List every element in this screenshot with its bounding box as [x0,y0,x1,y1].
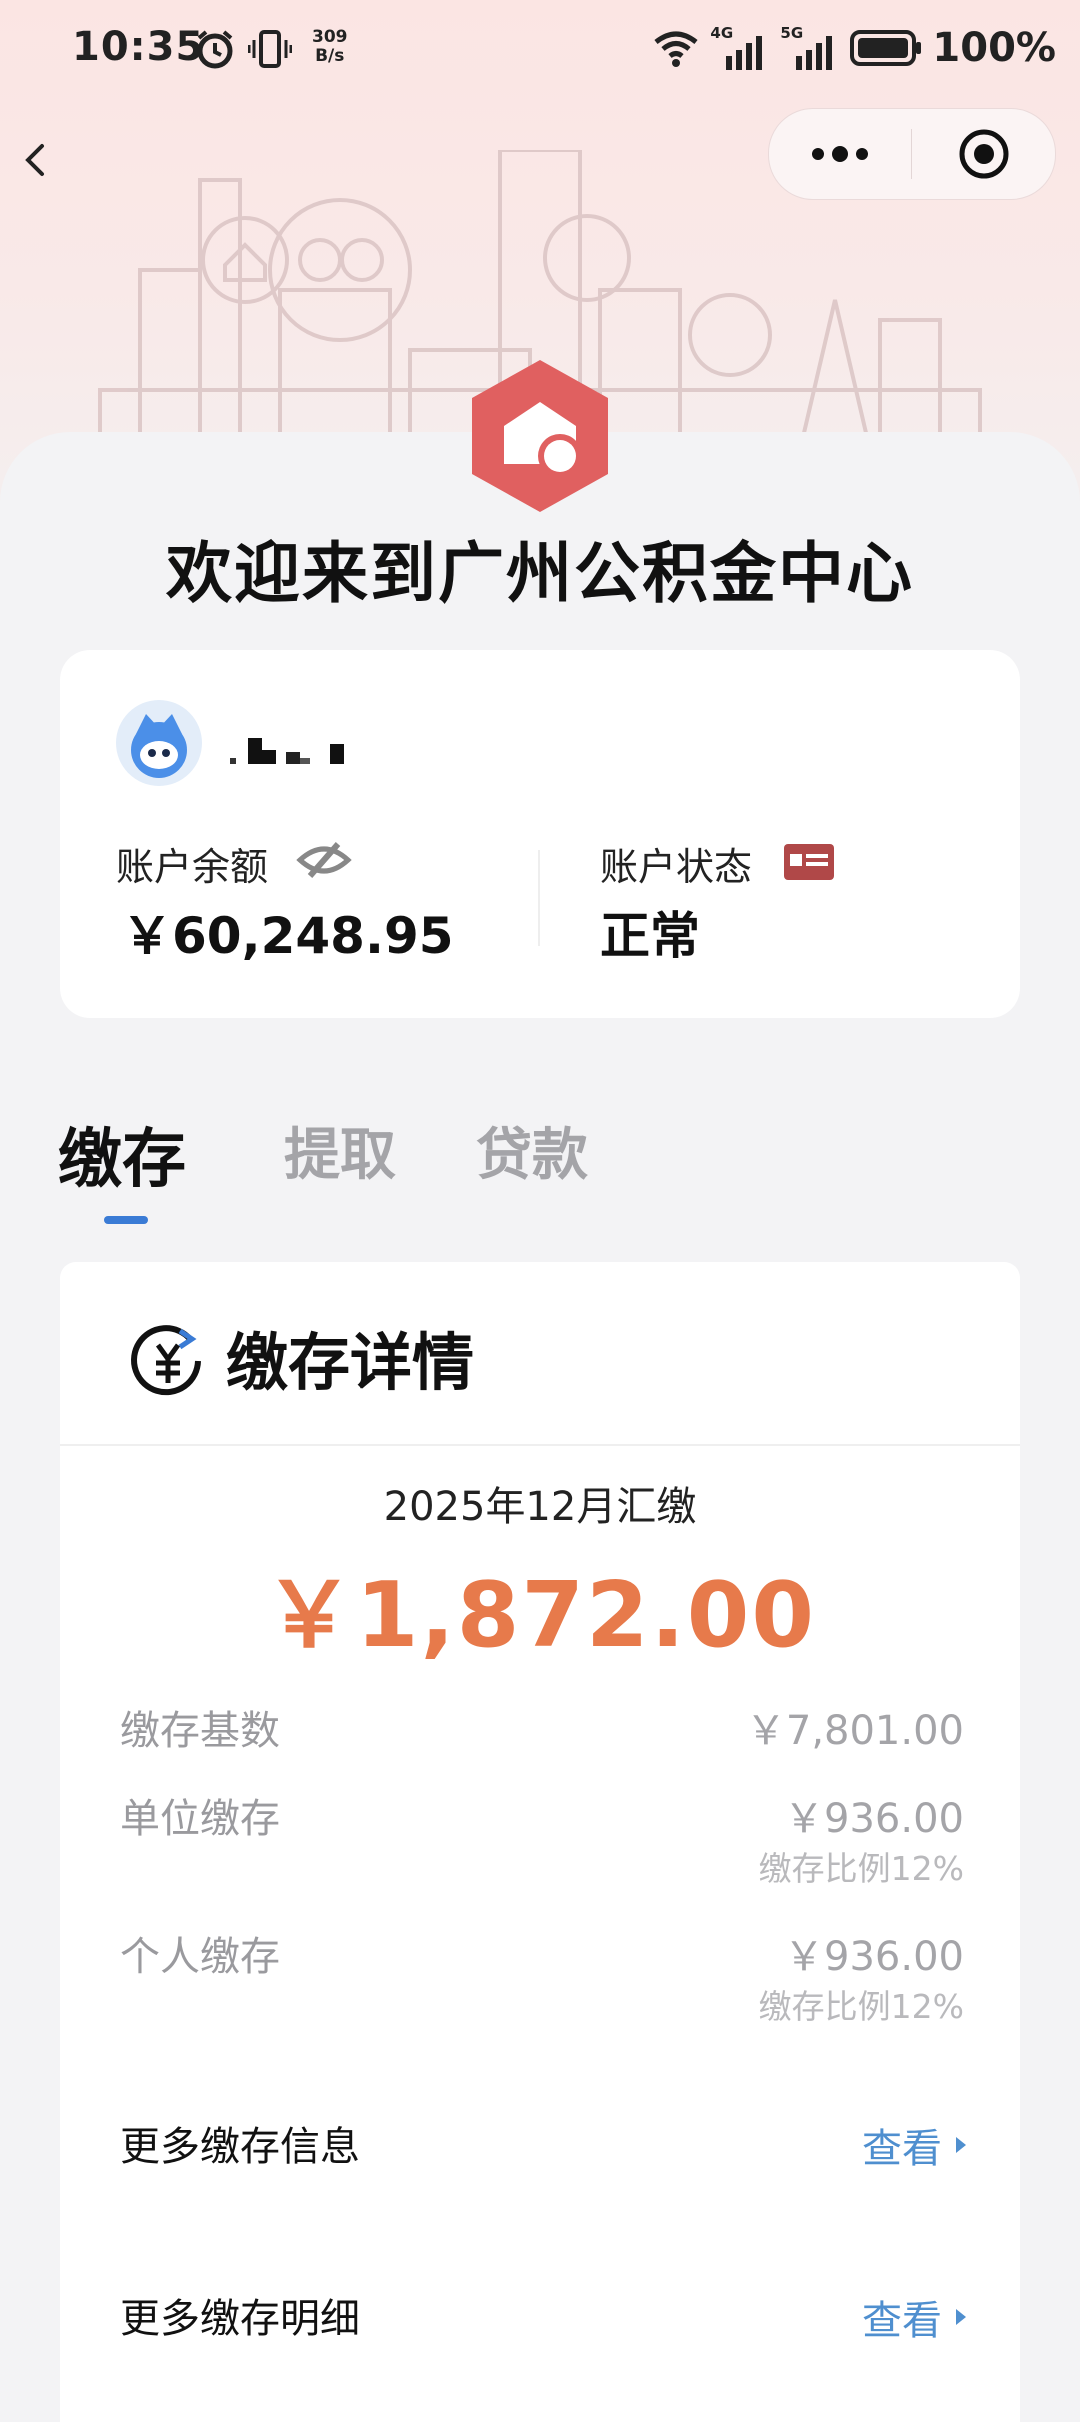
more-info-label: 更多缴存信息 [120,2124,360,2170]
base-value: ￥7,801.00 [745,1708,964,1754]
personal-value: ￥936.00 [784,1934,964,1980]
more-info-link[interactable]: 查看 [862,2116,966,2174]
battery-icon [850,30,922,66]
vibrate-icon [248,30,292,68]
personal-ratio: 缴存比例12% [758,1987,964,2026]
signal-5g: 5G [780,24,840,70]
net-speed-unit: B/s [315,46,345,66]
status-right: 4G 5G 100% [652,24,1056,72]
detail-divider [60,1444,1020,1446]
employer-ratio: 缴存比例12% [758,1849,964,1888]
battery-percent: 100% [932,25,1056,71]
signal-4g: 4G [710,24,770,70]
deposit-month: 2025年12月汇缴 [383,1484,697,1530]
employer-label: 单位缴存 [120,1796,280,1842]
status-value: 正常 [600,907,700,965]
alarm-icon [197,30,233,69]
avatar-mascot-icon [131,714,187,778]
welcome-title: 欢迎来到广州公积金中心 [166,535,914,612]
tab-withdraw[interactable]: 提取 [284,1110,396,1191]
chevron-right-icon [956,2137,966,2153]
tab-deposit[interactable]: 缴存 [58,1108,186,1200]
balance-label: 账户余额 [116,845,269,889]
deposit-detail-card: 缴存详情 2025年12月汇缴 ￥1,872.00 缴存基数 ￥7,801.00… [60,1262,1020,2422]
personal-label: 个人缴存 [120,1934,280,1980]
avatar [116,700,202,786]
hide-balance-eye-icon[interactable] [296,838,352,882]
tab-loan[interactable]: 贷款 [476,1110,588,1191]
id-card-icon[interactable] [782,842,836,882]
status-bar: 10:35 309 B/s 4G 5G 100% [0,0,1080,100]
status-time: 10:35 [72,24,205,70]
chevron-right-icon [956,2309,966,2325]
more-details-link-text[interactable]: 查看 [862,2288,942,2346]
net-speed: 309 B/s [312,28,348,66]
detail-title: 缴存详情 [226,1326,475,1399]
status-label: 账户状态 [600,845,753,889]
account-card: 账户余额 ￥60,248.95 账户状态 正常 [60,650,1020,1018]
balance-value: ￥60,248.95 [122,907,454,965]
card-divider [538,850,540,946]
back-icon[interactable] [14,130,54,190]
yuan-refresh-icon [131,1325,201,1396]
more-info-link-text[interactable]: 查看 [862,2116,942,2174]
masked-username [230,738,344,764]
employer-value: ￥936.00 [784,1796,964,1842]
more-details-link[interactable]: 查看 [862,2288,966,2346]
deposit-amount: ￥1,872.00 [263,1563,817,1668]
net-speed-value: 309 [312,27,348,47]
active-tab-indicator [104,1216,148,1224]
detail-header: 缴存详情 [128,1302,474,1412]
housing-fund-logo-icon [472,360,608,512]
base-label: 缴存基数 [120,1708,280,1754]
signal-bars-icon [796,36,833,70]
wifi-icon [654,31,698,67]
more-details-label: 更多缴存明细 [120,2296,360,2342]
signal-bars-icon [726,36,763,70]
